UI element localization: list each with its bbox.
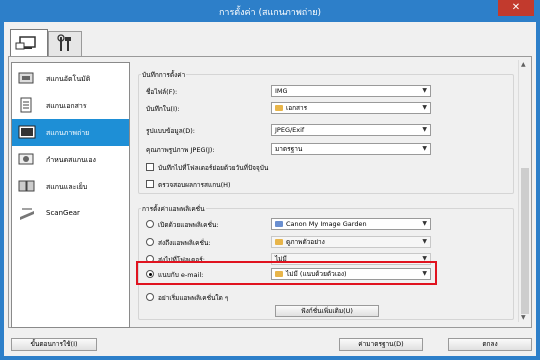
tab-scan-from-computer[interactable] <box>10 29 48 57</box>
tools-icon <box>57 34 71 51</box>
window-title: การตั้งค่า (สแกนภาพถ่าย) <box>218 8 322 18</box>
folder-icon <box>275 239 283 245</box>
data-format-value: JPEG/Exif <box>275 126 305 134</box>
app-icon <box>275 221 283 227</box>
settings-scrollbar[interactable]: ▲ ▼ <box>518 60 530 322</box>
chevron-down-icon: ▼ <box>422 104 427 111</box>
title-bar: การตั้งค่า (สแกนภาพถ่าย) ✕ <box>0 0 540 22</box>
chevron-down-icon: ▼ <box>422 145 427 152</box>
scan-stitch-icon <box>18 180 35 192</box>
save-in-value: เอกสาร <box>286 104 308 112</box>
save-settings-group-label: บันทึกการตั้งค่า <box>141 70 187 80</box>
instructions-button[interactable]: ขั้นตอนการใช้(I) <box>11 338 97 351</box>
chevron-down-icon: ▼ <box>422 87 427 94</box>
folder-icon <box>275 105 283 111</box>
send-to-application-value: ดูภาพตัวอย่าง <box>286 238 325 246</box>
open-with-label: เปิดด้วยแอพพลิเคชั่น: <box>158 221 219 229</box>
check-scan-results-checkbox[interactable] <box>146 180 154 188</box>
nav-item-label: สแกนเอกสาร <box>46 102 87 110</box>
scangear-icon <box>20 208 34 220</box>
check-scan-results-label: ตรวจสอบผลการสแกน(H) <box>158 181 231 189</box>
jpeg-quality-dropdown[interactable]: มาตรฐาน ▼ <box>271 143 431 155</box>
scroll-up-icon[interactable]: ▲ <box>521 61 526 68</box>
no-application-label: อย่าเริ่มแอพพลิเคชั่นใด ๆ <box>158 294 229 302</box>
auto-scan-icon <box>18 72 34 84</box>
open-with-dropdown[interactable]: Canon My Image Garden ▼ <box>271 218 431 230</box>
nav-item-auto-scan[interactable]: สแกนอัตโนมัติ <box>12 65 129 92</box>
photo-scan-icon <box>18 125 36 139</box>
chevron-down-icon: ▼ <box>422 238 427 245</box>
settings-window: การตั้งค่า (สแกนภาพถ่าย) ✕ สแกนอัตโนมัติ… <box>0 0 540 360</box>
chevron-down-icon: ▼ <box>422 126 427 133</box>
send-to-application-radio[interactable] <box>146 238 154 246</box>
highlight-box <box>136 261 437 285</box>
filename-label: ชื่อไฟล์(F): <box>146 88 178 96</box>
ok-button[interactable]: ตกลง <box>448 338 532 351</box>
application-settings-group-label: การตั้งค่าแอพพลิเคชั่น <box>141 204 206 214</box>
nav-item-label: ScanGear <box>46 209 80 217</box>
scanner-computer-icon <box>15 36 36 50</box>
send-to-application-label: ส่งถึงแอพพลิเคชั่น: <box>158 239 211 247</box>
subfolder-checkbox[interactable] <box>146 163 154 171</box>
open-with-value: Canon My Image Garden <box>286 220 367 228</box>
defaults-button[interactable]: ค่ามาตรฐาน(D) <box>339 338 423 351</box>
nav-item-label: กำหนดสแกนเอง <box>46 156 96 164</box>
tab-general-settings[interactable] <box>48 31 82 57</box>
nav-item-custom-scan[interactable]: กำหนดสแกนเอง <box>12 146 129 173</box>
data-format-dropdown[interactable]: JPEG/Exif ▼ <box>271 124 431 136</box>
jpeg-quality-value: มาตรฐาน <box>275 145 303 153</box>
nav-item-label: สแกนอัตโนมัติ <box>46 75 91 83</box>
scan-mode-list: สแกนอัตโนมัติ สแกนเอกสาร สแกนภาพถ่าย กำห… <box>11 62 130 328</box>
nav-item-scangear[interactable]: ScanGear <box>12 200 129 227</box>
data-format-label: รูปแบบข้อมูล(D): <box>146 127 195 135</box>
filename-field[interactable]: IMG ▼ <box>271 85 431 97</box>
nav-item-photo-scan[interactable]: สแกนภาพถ่าย <box>12 119 129 146</box>
filename-value: IMG <box>275 87 288 95</box>
send-to-application-dropdown[interactable]: ดูภาพตัวอย่าง ▼ <box>271 236 431 248</box>
open-with-radio[interactable] <box>146 220 154 228</box>
close-button[interactable]: ✕ <box>498 0 534 16</box>
nav-item-scan-stitch[interactable]: สแกนและเย็บ <box>12 173 129 200</box>
nav-item-label: สแกนภาพถ่าย <box>46 129 90 137</box>
custom-scan-icon <box>18 153 34 165</box>
no-application-radio[interactable] <box>146 293 154 301</box>
nav-item-label: สแกนและเย็บ <box>46 183 88 191</box>
save-in-dropdown[interactable]: เอกสาร ▼ <box>271 102 431 114</box>
jpeg-quality-label: คุณภาพรูปภาพ JPEG(J): <box>146 146 215 154</box>
save-in-label: บันทึกใน(I): <box>146 105 180 113</box>
scroll-down-icon[interactable]: ▼ <box>521 314 526 321</box>
subfolder-label: บันทึกไปที่โฟลเดอร์ย่อยด้วยวันที่ปัจจุบั… <box>158 164 269 172</box>
scrollbar-thumb[interactable] <box>521 168 529 314</box>
more-functions-button[interactable]: ฟังก์ชั่นเพิ่มเติม(U) <box>275 305 379 317</box>
chevron-down-icon: ▼ <box>422 220 427 227</box>
document-scan-icon <box>20 97 32 113</box>
nav-item-document-scan[interactable]: สแกนเอกสาร <box>12 92 129 119</box>
